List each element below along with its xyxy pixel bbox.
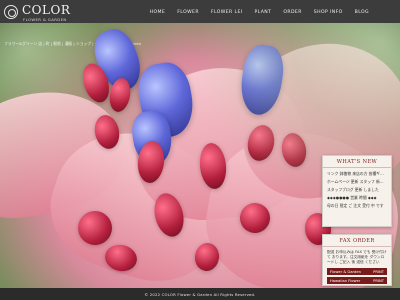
fax-order-body: 配送 お申込みは FAX でも 受け付けて おります。注文用紙を ダウンロードし… [323, 247, 391, 288]
fax-row-label: Flower & Garden [330, 269, 361, 274]
red-seed [244, 122, 278, 164]
top-nav: HOME FLOWER FLOWER LEI PLANT ORDER SHOP … [150, 10, 369, 15]
news-item[interactable]: リンク 鉢植物 来店の方 各種ギフト… [327, 171, 387, 176]
site-title: COLOR [22, 3, 71, 17]
site-header: COLOR FLOWER & GARDEN HOME FLOWER FLOWER… [0, 0, 400, 24]
red-seed [197, 141, 229, 191]
nav-flower[interactable]: FLOWER [177, 10, 199, 15]
nav-shop-info[interactable]: SHOP INFO [314, 10, 343, 15]
fax-order-text: 配送 お申込みは FAX でも 受け付けて おります。注文用紙を ダウンロードし… [327, 250, 387, 264]
fax-row-badge: PRINT [373, 269, 384, 274]
fax-order-title: FAX ORDER [323, 235, 391, 247]
fax-order-links: Flower & Garden PRINT Hawaiian Flower PR… [327, 268, 387, 284]
whats-new-title: WHAT'S NEW [323, 156, 391, 168]
logo-icon [4, 5, 18, 19]
fax-download-flower-garden[interactable]: Flower & Garden PRINT [327, 268, 387, 275]
nav-order[interactable]: ORDER [283, 10, 301, 15]
fax-row-badge: PRINT [373, 278, 384, 283]
site-subtitle: FLOWER & GARDEN [23, 17, 67, 22]
red-seed [279, 131, 309, 169]
nav-blog[interactable]: BLOG [355, 10, 369, 15]
news-item[interactable]: ◆◆◆●●●● 営業 時間 ◆◆◆ [327, 195, 387, 200]
news-item[interactable]: 母の日 限定 ご 注文 受付 中 です [327, 203, 387, 208]
news-item[interactable]: スタッフブログ 更新 しました [327, 187, 387, 192]
fax-order-panel: FAX ORDER 配送 お申込みは FAX でも 受け付けて おります。注文用… [322, 234, 392, 286]
whats-new-list: リンク 鉢植物 来店の方 各種ギフト… ホームページ 更新 スタッフ 新しい商品… [323, 168, 391, 215]
whats-new-panel: WHAT'S NEW リンク 鉢植物 来店の方 各種ギフト… ホームページ 更新… [322, 155, 392, 227]
fax-row-label: Hawaiian Flower [330, 278, 361, 283]
footer-copyright: © 2022 COLOR Flower & Garden All Rights … [144, 291, 256, 297]
nav-flower-lei[interactable]: FLOWER LEI [211, 10, 243, 15]
nav-home[interactable]: HOME [150, 10, 166, 15]
site-footer: © 2022 COLOR Flower & Garden All Rights … [0, 288, 400, 300]
nav-plant[interactable]: PLANT [255, 10, 272, 15]
fax-download-hawaiian-flower[interactable]: Hawaiian Flower PRINT [327, 277, 387, 284]
blue-bud [237, 42, 287, 118]
site-logo[interactable]: COLOR FLOWER & GARDEN [4, 3, 114, 22]
news-item[interactable]: ホームページ 更新 スタッフ 新しい商品を… [327, 179, 387, 184]
